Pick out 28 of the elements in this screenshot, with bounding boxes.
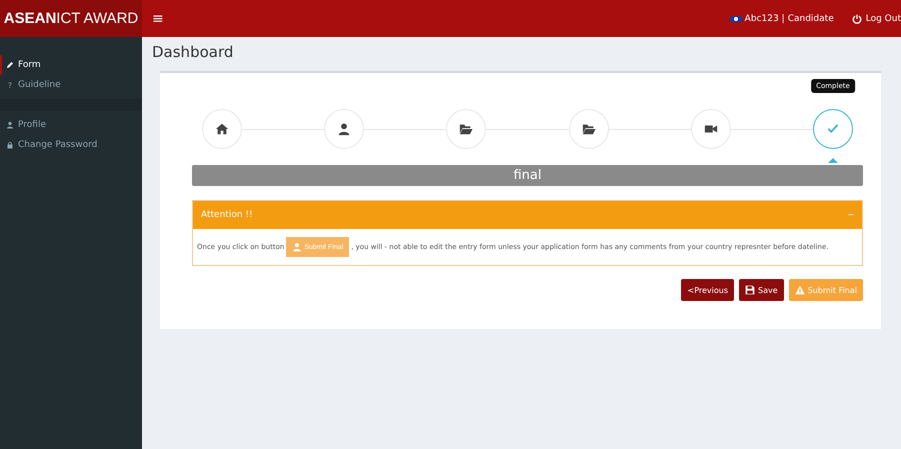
folder-icon — [582, 122, 596, 136]
previous-button[interactable]: <Previous — [681, 279, 734, 301]
folder-icon — [459, 122, 474, 136]
section-title-bar: final — [192, 165, 863, 186]
user-icon — [337, 122, 352, 136]
lock-icon — [6, 141, 14, 149]
flag-icon — [730, 16, 742, 22]
app-logo[interactable]: ASEANICT AWARD — [0, 0, 142, 37]
attention-title: Attention !! — [201, 210, 253, 220]
user-name[interactable]: Abc123 — [744, 14, 779, 24]
user-role: Candidate — [788, 14, 834, 24]
sidebar-item[interactable]: Change Password — [0, 135, 142, 155]
user-icon — [6, 121, 14, 129]
page-title: Dashboard — [152, 43, 234, 61]
power-icon — [852, 14, 862, 24]
sidebar-item[interactable]: Guideline — [0, 75, 142, 95]
check-icon — [826, 122, 840, 136]
warning-icon — [794, 285, 805, 295]
logout-link[interactable]: Log Out — [852, 14, 901, 24]
home-icon — [215, 122, 229, 136]
save-button[interactable]: Save — [739, 279, 784, 301]
menu-toggle[interactable]: ≡ — [152, 10, 164, 26]
user-icon — [292, 242, 302, 252]
sidebar-item[interactable]: Profile — [0, 115, 142, 135]
pencil-icon — [6, 61, 14, 69]
question-mark-icon — [6, 81, 14, 89]
separator: | — [782, 14, 785, 24]
sidebar-item[interactable]: Form — [0, 55, 142, 75]
